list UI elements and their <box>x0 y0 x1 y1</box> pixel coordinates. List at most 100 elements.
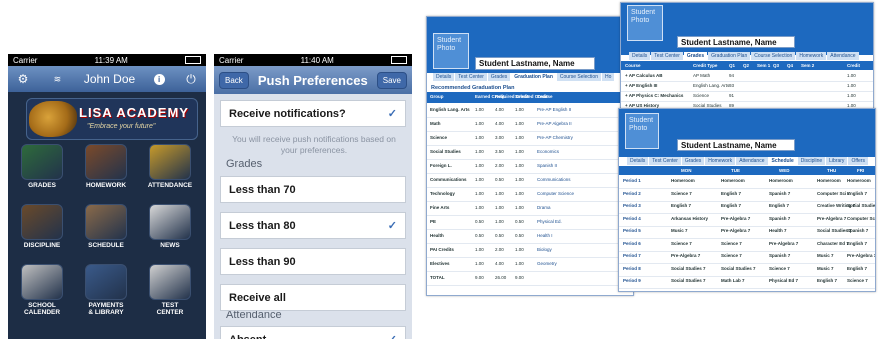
tile-attendance[interactable]: ATTENDANCE <box>142 144 198 189</box>
schedule-cell[interactable]: Character Ed 7 <box>817 241 849 246</box>
schedule-cell[interactable]: Math Lab 7 <box>721 278 745 283</box>
tab-item[interactable]: Test Center <box>455 73 487 81</box>
receive-notifications-toggle[interactable]: Receive notifications? ✓ <box>220 100 406 127</box>
schedule-cell[interactable]: Pre-Algebra 7 <box>847 253 875 258</box>
schedule-cell[interactable]: English 7 <box>847 266 867 271</box>
tab-item[interactable]: Offers <box>848 157 868 165</box>
schedule-cell[interactable]: Spanish 7 <box>769 191 790 196</box>
schedule-cell[interactable]: Computer Sci 7 <box>817 191 850 196</box>
tab-item[interactable]: Course Selection <box>751 52 796 60</box>
schedule-cell[interactable]: English 7 <box>847 241 867 246</box>
table-row <box>427 215 633 216</box>
back-button[interactable]: Back <box>219 71 249 89</box>
tile-payments[interactable]: PAYMENTS & LIBRARY <box>78 264 134 316</box>
table-cell: 1.00 <box>515 177 524 182</box>
tab-item[interactable]: Attendance <box>827 52 859 60</box>
schedule-cell[interactable]: Pre-Algebra 7 <box>721 228 750 233</box>
power-icon[interactable]: ⏻ <box>183 71 199 87</box>
schedule-cell[interactable]: Social Studies 7 <box>721 266 756 271</box>
schedule-cell[interactable]: Music 7 <box>671 228 688 233</box>
schedule-cell[interactable]: English 7 <box>721 191 741 196</box>
schedule-cell[interactable]: Homeroom <box>847 178 871 183</box>
schedule-cell[interactable]: Science 7 <box>721 253 742 258</box>
tab-item[interactable]: Details <box>627 157 649 165</box>
schedule-cell[interactable]: Homeroom <box>817 178 841 183</box>
schedule-cell[interactable]: Music 7 <box>817 253 834 258</box>
schedule-cell[interactable]: English 7 <box>769 203 789 208</box>
schedule-cell[interactable]: Science 7 <box>769 266 790 271</box>
tab-item[interactable]: Library <box>826 157 848 165</box>
table-row[interactable] <box>621 81 873 82</box>
schedule-cell[interactable]: Pre-Algebra 7 <box>817 216 846 221</box>
tab-item[interactable]: Graduation Plan <box>708 52 751 60</box>
schedule-cell[interactable]: Social Studies 7 <box>847 203 875 208</box>
schedule-cell[interactable]: Social Studies 7 <box>671 266 706 271</box>
table-row[interactable] <box>621 91 873 92</box>
grade-option[interactable]: Receive all <box>220 284 406 311</box>
schedule-cell[interactable]: English 7 <box>721 203 741 208</box>
schedule-cell[interactable]: Science 7 <box>671 241 692 246</box>
tile-schedule[interactable]: SCHEDULE <box>78 204 134 249</box>
tile-grades[interactable]: GRADES <box>14 144 70 189</box>
schedule-cell[interactable]: Computer Sci 7 <box>847 216 875 221</box>
attendance-option[interactable]: Absent ✓ <box>220 326 406 339</box>
schedule-cell[interactable]: Spanish 7 <box>769 253 790 258</box>
table-cell: Social Studies <box>430 149 461 154</box>
schedule-cell[interactable]: Health 7 <box>769 228 787 233</box>
grade-option[interactable]: Less than 70 <box>220 176 406 203</box>
info-icon[interactable]: i <box>153 73 165 85</box>
tab-item[interactable]: Details <box>433 73 455 81</box>
schedule-cell[interactable]: Pre-Algebra 7 <box>769 241 798 246</box>
tab-item[interactable]: Test Center <box>649 157 681 165</box>
schedule-cell[interactable]: Science 7 <box>671 191 692 196</box>
tab-item[interactable]: Course Selection <box>556 73 601 81</box>
tab-item[interactable]: Grades <box>487 73 511 81</box>
tile-test[interactable]: TEST CENTER <box>142 264 198 316</box>
tab-item[interactable]: Graduation Plan <box>511 73 556 81</box>
tab-item[interactable]: Discipline <box>797 157 826 165</box>
tab-item[interactable]: Schedule <box>768 157 797 165</box>
tab-item[interactable]: Homework <box>705 157 736 165</box>
settings-gear-icon[interactable]: ⚙ <box>15 71 31 87</box>
tab-item[interactable]: Ho <box>601 73 615 81</box>
schedule-cell[interactable]: Arkansas History <box>671 216 708 221</box>
schedule-cell[interactable]: Physical Ed 7 <box>769 278 798 283</box>
table-cell: 1.00 <box>475 121 484 126</box>
schedule-cell[interactable]: English 7 <box>671 203 691 208</box>
battery-icon <box>390 56 407 64</box>
schedule-cell[interactable]: English 7 <box>817 278 837 283</box>
schedule-cell[interactable]: Homeroom <box>721 178 745 183</box>
schedule-cell[interactable]: Science 7 <box>721 241 742 246</box>
schedule-cell[interactable]: Science 7 <box>847 278 868 283</box>
tab-item[interactable]: Details <box>629 52 651 60</box>
schedule-cell[interactable]: Social Studies 7 <box>671 278 706 283</box>
grade-option[interactable]: Less than 90 <box>220 248 406 275</box>
save-button[interactable]: Save <box>376 71 407 89</box>
tile-calendar[interactable]: SCHOOL CALENDER <box>14 264 70 316</box>
phone-push-preferences: Carrier 11:40 AM Back Push Preferences S… <box>214 54 412 339</box>
student-select[interactable]: Student Lastname, Name <box>677 36 795 48</box>
tab-item[interactable]: Homework <box>796 52 827 60</box>
student-select[interactable]: Student Lastname, Name <box>677 139 795 151</box>
notifications-description: You will receive push notifications base… <box>232 134 396 155</box>
schedule-cell[interactable]: English 7 <box>847 191 867 196</box>
schedule-cell[interactable]: Pre-Algebra 7 <box>721 216 750 221</box>
tab-item[interactable]: Grades <box>683 52 708 60</box>
tab-item[interactable]: Grades <box>681 157 705 165</box>
column-header: Course <box>537 94 553 99</box>
tile-news[interactable]: NEWS <box>142 204 198 249</box>
grade-option[interactable]: Less than 80 ✓ <box>220 212 406 239</box>
tab-item[interactable]: Attendance <box>736 157 768 165</box>
schedule-cell[interactable]: Homeroom <box>769 178 793 183</box>
tile-discipline[interactable]: DISCIPLINE <box>14 204 70 249</box>
attendance-option-label: Absent <box>229 334 266 339</box>
tile-homework[interactable]: HOMEWORK <box>78 144 134 189</box>
schedule-cell[interactable]: Spanish 7 <box>847 228 868 233</box>
schedule-cell[interactable]: Pre-Algebra 7 <box>671 253 700 258</box>
schedule-cell[interactable]: Spanish 7 <box>769 216 790 221</box>
tab-item[interactable]: Test Center <box>651 52 683 60</box>
table-row[interactable] <box>621 101 873 102</box>
schedule-cell[interactable]: Homeroom <box>671 178 695 183</box>
student-select[interactable]: Student Lastname, Name <box>475 57 595 70</box>
schedule-cell[interactable]: Music 7 <box>817 266 834 271</box>
